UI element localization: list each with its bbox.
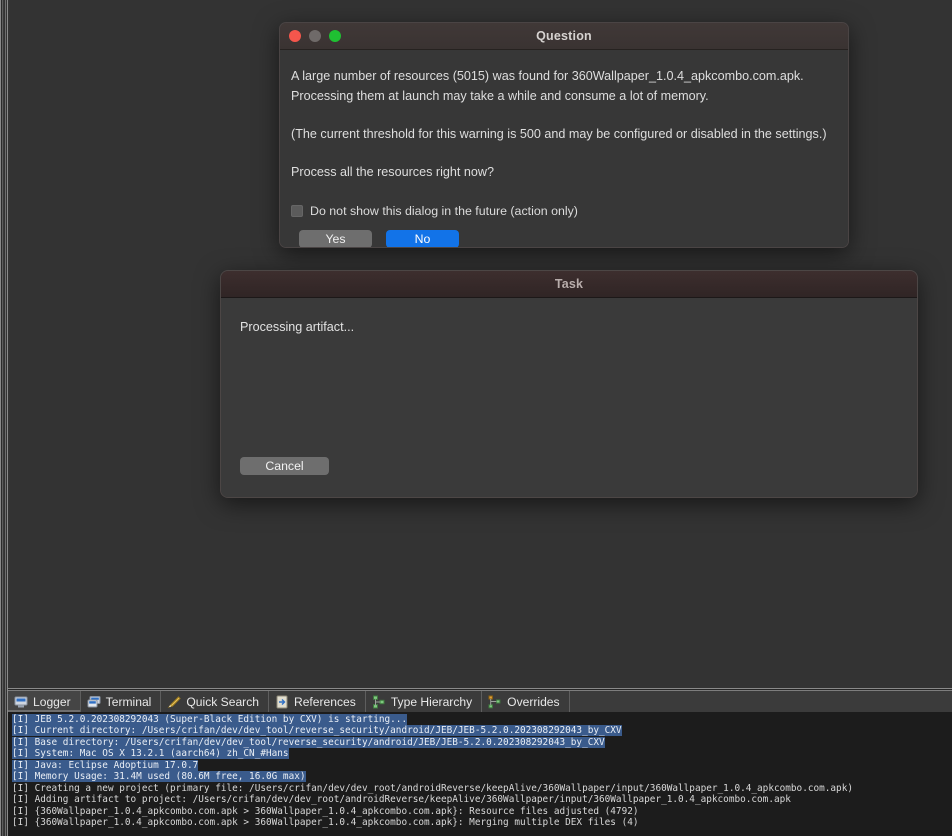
log-line-text: [I] Base directory: /Users/crifan/dev/de… [12, 736, 605, 748]
log-line-text: [I] Java: Eclipse Adoptium 17.0.7 [12, 759, 199, 771]
tab-label: Logger [33, 694, 71, 709]
bottom-panel-tabbar: Logger Terminal Quick Search References Type… [8, 691, 952, 713]
window-edge-rail [5, 0, 6, 836]
tab-label: Type Hierarchy [390, 694, 473, 709]
tab-overrides[interactable]: Overrides [482, 691, 570, 712]
log-line: [I] {360Wallpaper_1.0.4_apkcombo.com.apk… [12, 806, 952, 817]
log-line-text: [I] {360Wallpaper_1.0.4_apkcombo.com.apk… [12, 817, 639, 829]
question-dialog-titlebar: Question [280, 23, 848, 50]
question-message-line-2: Processing them at launch may take a whi… [291, 89, 709, 103]
tab-label: References [293, 694, 356, 709]
log-line: [I] Java: Eclipse Adoptium 17.0.7 [12, 759, 952, 771]
cancel-button[interactable]: Cancel [240, 457, 329, 475]
type-hierarchy-icon [372, 695, 386, 709]
question-message-line-4: Process all the resources right now? [291, 165, 494, 179]
logger-output[interactable]: [I] JEB 5.2.0.202308292043 (Super-Black … [8, 712, 952, 836]
question-dialog-title: Question [536, 29, 592, 43]
question-message-paragraph-3: Process all the resources right now? [291, 162, 834, 182]
task-dialog: Task Processing artifact... Cancel [220, 270, 918, 498]
log-line-text: [I] Memory Usage: 31.4M used (80.6M free… [12, 771, 306, 783]
no-button[interactable]: No [386, 230, 459, 247]
overrides-icon [488, 695, 502, 709]
do-not-show-again-checkbox[interactable] [291, 205, 303, 217]
do-not-show-again-row[interactable]: Do not show this dialog in the future (a… [291, 204, 834, 218]
question-message-paragraph-1: A large number of resources (5015) was f… [291, 66, 834, 106]
do-not-show-again-label: Do not show this dialog in the future (a… [310, 204, 578, 218]
log-line-text: [I] Current directory: /Users/crifan/dev… [12, 725, 622, 737]
references-icon [275, 695, 289, 709]
tab-terminal[interactable]: Terminal [80, 691, 162, 712]
logger-icon [14, 695, 28, 709]
question-message-line-3: (The current threshold for this warning … [291, 127, 827, 141]
log-line: [I] {360Wallpaper_1.0.4_apkcombo.com.apk… [12, 817, 952, 828]
bottom-panel: Logger Terminal Quick Search References Type… [8, 688, 952, 836]
tab-label: Terminal [105, 694, 152, 709]
window-controls [289, 23, 341, 49]
question-dialog-body: A large number of resources (5015) was f… [280, 50, 848, 247]
task-dialog-footer: Cancel [240, 457, 329, 475]
task-dialog-titlebar: Task [221, 271, 917, 298]
tab-logger[interactable]: Logger [8, 691, 81, 712]
task-status-text: Processing artifact... [240, 320, 355, 334]
log-line: [I] Adding artifact to project: /Users/c… [12, 794, 952, 805]
log-line: [I] Base directory: /Users/crifan/dev/de… [12, 736, 952, 748]
question-dialog-buttons: Yes No [291, 230, 834, 247]
log-line-text: [I] {360Wallpaper_1.0.4_apkcombo.com.apk… [12, 805, 639, 817]
yes-button[interactable]: Yes [299, 230, 372, 247]
terminal-icon [87, 695, 101, 709]
task-dialog-body: Processing artifact... Cancel [221, 298, 917, 497]
log-line-text: [I] Creating a new project (primary file… [12, 782, 853, 794]
zoom-button[interactable] [329, 30, 341, 42]
log-line-text: [I] System: Mac OS X 13.2.1 (aarch64) zh… [12, 748, 289, 760]
log-line: [I] Creating a new project (primary file… [12, 783, 952, 794]
log-line-text: [I] JEB 5.2.0.202308292043 (Super-Black … [12, 714, 408, 725]
log-line-text: [I] Adding artifact to project: /Users/c… [12, 794, 791, 806]
application-window: Question A large number of resources (50… [0, 0, 952, 836]
log-line: [I] Memory Usage: 31.4M used (80.6M free… [12, 771, 952, 783]
task-dialog-title: Task [554, 277, 584, 291]
tab-type-hierarchy[interactable]: Type Hierarchy [365, 691, 483, 712]
tab-references[interactable]: References [268, 691, 366, 712]
window-edge-rail [3, 0, 4, 836]
log-line: [I] Current directory: /Users/crifan/dev… [12, 725, 952, 737]
tab-label: Overrides [507, 694, 560, 709]
minimize-button[interactable] [309, 30, 321, 42]
log-line: [I] System: Mac OS X 13.2.1 (aarch64) zh… [12, 748, 952, 760]
tab-label: Quick Search [186, 694, 259, 709]
close-button[interactable] [289, 30, 301, 42]
log-line: [I] JEB 5.2.0.202308292043 (Super-Black … [12, 714, 952, 725]
question-dialog: Question A large number of resources (50… [279, 22, 849, 248]
question-message-line-1: A large number of resources (5015) was f… [291, 69, 804, 83]
question-message-paragraph-2: (The current threshold for this warning … [291, 124, 834, 144]
quick-search-icon [167, 695, 182, 709]
tab-quick-search[interactable]: Quick Search [161, 691, 269, 712]
